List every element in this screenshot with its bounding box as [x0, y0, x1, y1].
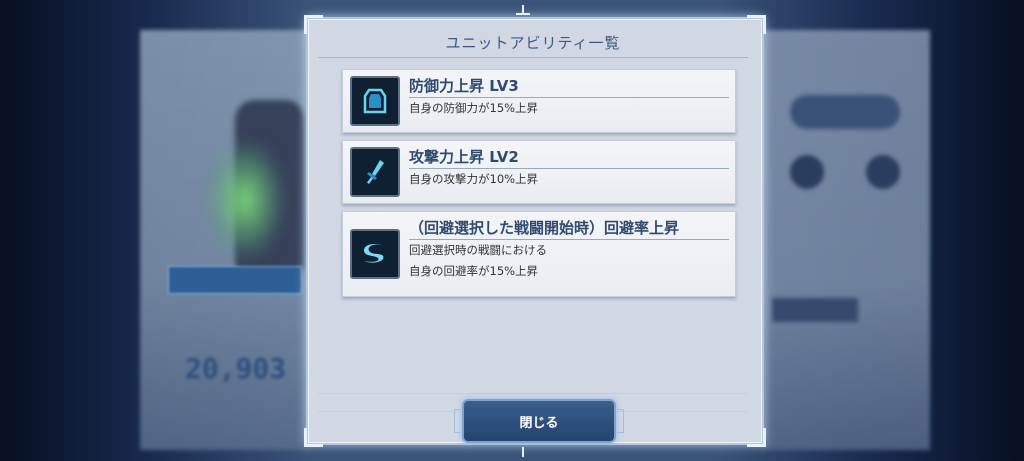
ability-card-attack: 攻撃力上昇 LV2 自身の攻撃力が10%上昇 [342, 140, 736, 204]
ability-name: （回避選択した戦闘開始時）回避率上昇 [409, 219, 680, 237]
ability-list-modal: ユニットアビリティ一覧 防御力上昇 LV3 自身の防御力が15%上昇 攻撃力上昇… [304, 5, 766, 457]
ability-name: 防御力上昇 LV3 [409, 77, 519, 95]
close-button[interactable]: 閉じる [454, 399, 624, 443]
power-value: 20,903 [185, 352, 287, 385]
right-status-panel [760, 30, 930, 450]
close-button-label: 閉じる [519, 415, 559, 431]
status-circle [790, 155, 824, 189]
ability-card-defense: 防御力上昇 LV3 自身の防御力が15%上昇 [342, 69, 736, 133]
shield-icon [350, 76, 400, 126]
unit-badge [168, 266, 302, 294]
evasion-swoosh-icon [350, 229, 400, 279]
modal-title: ユニットアビリティ一覧 [445, 34, 621, 52]
ability-desc: 自身の攻撃力が10%上昇 [409, 172, 539, 186]
ability-desc: 自身の防御力が15%上昇 [409, 101, 539, 115]
search-icon [866, 155, 900, 189]
unit-glow [205, 140, 285, 260]
sword-icon [350, 147, 400, 197]
ability-desc-line-2: 自身の回避率が15%上昇 [409, 264, 539, 278]
status-bar [772, 298, 858, 322]
ability-desc-line-1: 回避選択時の戦闘における [409, 243, 547, 257]
ability-card-evasion: （回避選択した戦闘開始時）回避率上昇 回避選択時の戦闘における 自身の回避率が1… [342, 211, 736, 297]
ability-name: 攻撃力上昇 LV2 [409, 148, 519, 166]
status-pill [790, 95, 900, 129]
modal-title-bar: ユニットアビリティ一覧 [318, 29, 748, 58]
